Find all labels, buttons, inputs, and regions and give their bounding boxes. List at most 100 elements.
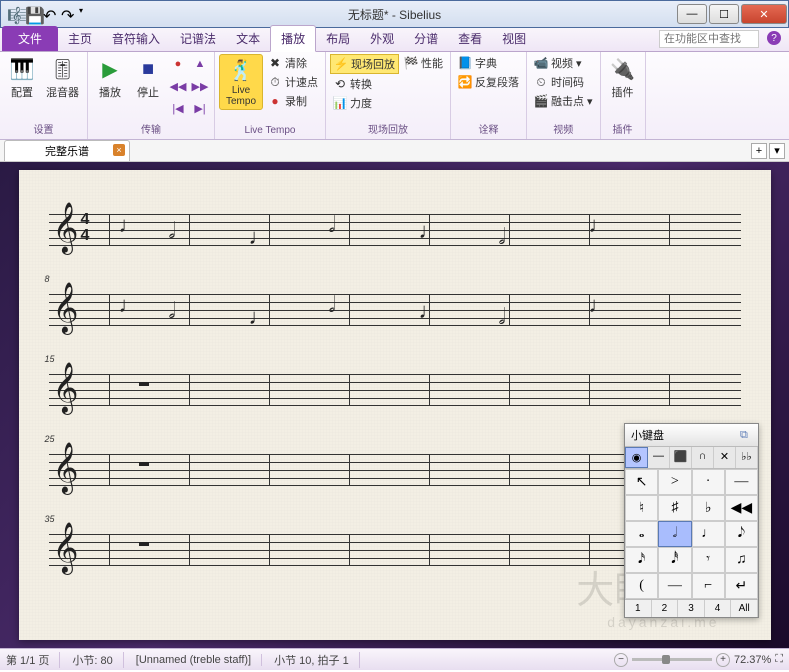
add-tab-button[interactable]: + bbox=[751, 143, 767, 159]
note[interactable]: ♩ bbox=[419, 218, 441, 244]
config-button[interactable]: 🎹配置 bbox=[4, 54, 40, 102]
note[interactable]: 𝅗𝅥 bbox=[169, 218, 176, 244]
repeat-button[interactable]: 🔁反复段落 bbox=[455, 73, 522, 91]
undo-icon[interactable]: ↶ bbox=[43, 6, 59, 22]
staff[interactable]: 8𝄞♩𝅗𝅥♩𝅗𝅥♩𝅗𝅥♩ bbox=[49, 290, 741, 330]
keypad-key[interactable]: ♩ bbox=[692, 521, 725, 547]
note[interactable]: ♩ bbox=[249, 304, 271, 330]
mixer-button[interactable]: 🎚混音器 bbox=[42, 54, 83, 102]
note[interactable]: ♩ bbox=[249, 224, 271, 250]
hitpoint-button[interactable]: 🎬融击点 ▾ bbox=[531, 92, 596, 110]
keypad-voice[interactable]: 2 bbox=[652, 600, 679, 617]
note[interactable]: ♩ bbox=[589, 292, 611, 318]
record-icon[interactable]: ● bbox=[168, 54, 188, 74]
minimize-button[interactable]: — bbox=[677, 4, 707, 24]
keypad-key[interactable]: — bbox=[658, 573, 691, 599]
tab-noteinput[interactable]: 音符输入 bbox=[102, 26, 170, 51]
note[interactable]: 𝅗𝅥 bbox=[329, 212, 336, 238]
zoom-in-button[interactable]: + bbox=[716, 653, 730, 667]
clear-button[interactable]: ✖清除 bbox=[265, 54, 321, 72]
record-button[interactable]: ●录制 bbox=[265, 92, 321, 110]
tab-layout[interactable]: 布局 bbox=[316, 26, 360, 51]
timecode-button[interactable]: ⏲时间码 bbox=[531, 73, 596, 91]
maximize-button[interactable]: ☐ bbox=[709, 4, 739, 24]
note[interactable]: ♩ bbox=[589, 212, 611, 238]
qat-dropdown-icon[interactable]: ▾ bbox=[79, 6, 95, 22]
keypad-key[interactable]: ♮ bbox=[625, 495, 658, 521]
close-button[interactable]: ✕ bbox=[741, 4, 787, 24]
keypad-tab[interactable]: ∩ bbox=[692, 447, 714, 468]
keypad-key[interactable]: 𝅗𝅥 bbox=[658, 521, 691, 547]
keypad-key[interactable]: ⌐ bbox=[692, 573, 725, 599]
tab-notation[interactable]: 记谱法 bbox=[170, 26, 226, 51]
redo-icon[interactable]: ↷ bbox=[61, 6, 77, 22]
keypad-tab[interactable]: ⬛ bbox=[670, 447, 692, 468]
tab-view[interactable]: 视图 bbox=[492, 26, 536, 51]
keypad-key[interactable]: > bbox=[658, 469, 691, 495]
zoom-slider[interactable] bbox=[632, 658, 712, 661]
note[interactable]: 𝅗𝅥 bbox=[499, 224, 506, 250]
note[interactable]: ♩ bbox=[419, 298, 441, 324]
staff[interactable]: 15𝄞 bbox=[49, 370, 741, 410]
keypad-voice[interactable]: 3 bbox=[678, 600, 705, 617]
note[interactable]: ♩ bbox=[119, 212, 141, 238]
metronome-icon[interactable]: ▲ bbox=[190, 54, 210, 74]
note[interactable]: 𝅗𝅥 bbox=[329, 292, 336, 318]
tab-play[interactable]: 播放 bbox=[270, 25, 316, 52]
keypad-voice[interactable]: 1 bbox=[625, 600, 652, 617]
play-button[interactable]: ▶播放 bbox=[92, 54, 128, 102]
keypad-tab[interactable]: ♭♭ bbox=[736, 447, 758, 468]
save-icon[interactable]: 💾 bbox=[25, 6, 41, 22]
tab-review[interactable]: 查看 bbox=[448, 26, 492, 51]
note[interactable]: 𝅗𝅥 bbox=[169, 298, 176, 324]
tab-home[interactable]: 主页 bbox=[58, 26, 102, 51]
keypad-key[interactable]: — bbox=[725, 469, 758, 495]
tap-button[interactable]: ⏱计速点 bbox=[265, 73, 321, 91]
keypad-key[interactable]: ◀◀ bbox=[725, 495, 758, 521]
keypad-key[interactable]: 𝅘𝅥𝅮 bbox=[725, 521, 758, 547]
tab-text[interactable]: 文本 bbox=[226, 26, 270, 51]
keypad-key[interactable]: ↵ bbox=[725, 573, 758, 599]
skip-back-icon[interactable]: |◀ bbox=[168, 98, 188, 118]
live-tempo-button[interactable]: 🕺Live Tempo bbox=[219, 54, 263, 110]
forward-icon[interactable]: ▶▶ bbox=[190, 76, 210, 96]
keypad-title[interactable]: 小键盘 ⧉ bbox=[625, 424, 758, 447]
convert-button[interactable]: ⟲转换 bbox=[330, 75, 399, 93]
stop-button[interactable]: ■停止 bbox=[130, 54, 166, 102]
performance-button[interactable]: 🏁性能 bbox=[401, 54, 446, 72]
ribbon-search-input[interactable] bbox=[659, 30, 759, 48]
zoom-fit-icon[interactable]: ⛶ bbox=[775, 653, 783, 666]
tab-appearance[interactable]: 外观 bbox=[360, 26, 404, 51]
liveplay-toggle[interactable]: ⚡现场回放 bbox=[330, 54, 399, 74]
keypad-key[interactable]: ↖ bbox=[625, 469, 658, 495]
note[interactable]: 𝅗𝅥 bbox=[499, 304, 506, 330]
keypad-key[interactable]: · bbox=[692, 469, 725, 495]
keypad-voice[interactable]: All bbox=[731, 600, 758, 617]
tab-close-icon[interactable]: × bbox=[113, 144, 125, 156]
keypad-key[interactable]: ♭ bbox=[692, 495, 725, 521]
doc-tab[interactable]: 完整乐谱 × bbox=[4, 140, 130, 161]
rewind-icon[interactable]: ◀◀ bbox=[168, 76, 188, 96]
tab-file[interactable]: 文件 bbox=[2, 26, 58, 51]
keypad-key[interactable]: 𝅝 bbox=[625, 521, 658, 547]
tab-parts[interactable]: 分谱 bbox=[404, 26, 448, 51]
video-button[interactable]: 📹视频 ▾ bbox=[531, 54, 596, 72]
help-icon[interactable]: ? bbox=[767, 31, 781, 45]
keypad-voice[interactable]: 4 bbox=[705, 600, 732, 617]
keypad-tab[interactable]: ◉ bbox=[625, 447, 648, 468]
keypad-pin-icon[interactable]: ⧉ bbox=[740, 429, 752, 441]
keypad-key[interactable]: ♯ bbox=[658, 495, 691, 521]
keypad-key[interactable]: ♫ bbox=[725, 547, 758, 573]
skip-fwd-icon[interactable]: ▶| bbox=[190, 98, 210, 118]
keypad-key[interactable]: ( bbox=[625, 573, 658, 599]
tab-options-button[interactable]: ▾ bbox=[769, 143, 785, 159]
note[interactable]: ♩ bbox=[119, 292, 141, 318]
velocity-button[interactable]: 📊力度 bbox=[330, 94, 399, 112]
plugins-button[interactable]: 🔌插件 bbox=[605, 54, 641, 102]
dictionary-button[interactable]: 📘字典 bbox=[455, 54, 522, 72]
zoom-out-button[interactable]: − bbox=[614, 653, 628, 667]
keypad-key[interactable]: 𝄾 bbox=[692, 547, 725, 573]
staff[interactable]: 𝄞44♩𝅗𝅥♩𝅗𝅥♩𝅗𝅥♩ bbox=[49, 210, 741, 250]
keypad-key[interactable]: 𝅘𝅥𝅰 bbox=[658, 547, 691, 573]
keypad-key[interactable]: 𝅘𝅥𝅯 bbox=[625, 547, 658, 573]
